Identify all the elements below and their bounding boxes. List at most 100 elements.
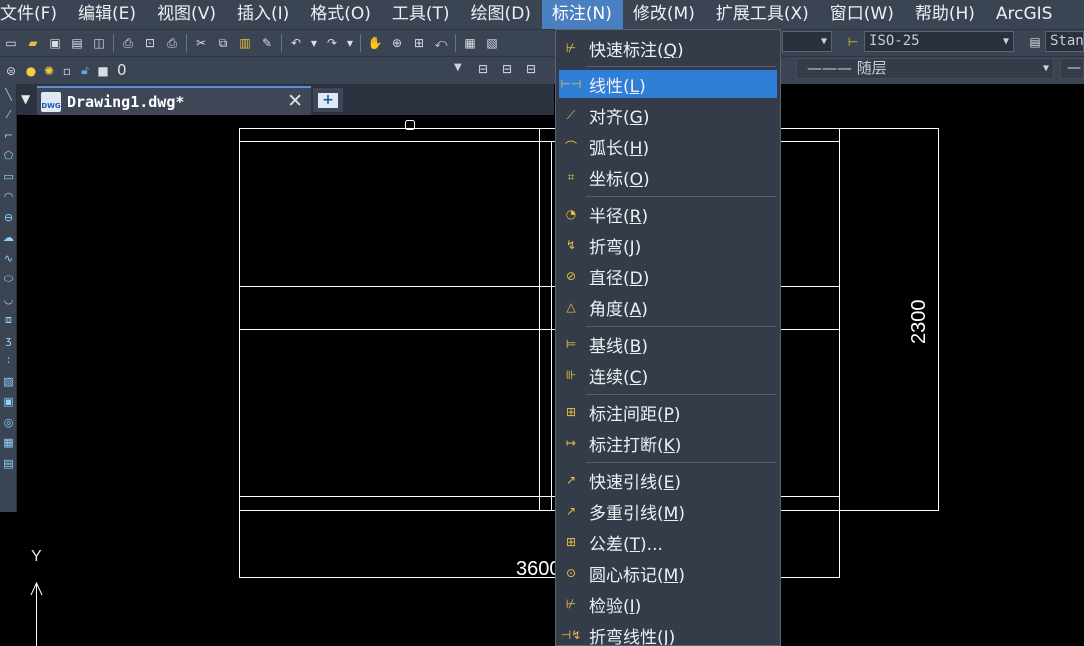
layer-freeze-sun-icon[interactable]: ✺: [41, 63, 57, 79]
menu-item-linear[interactable]: ⊢⊣ 线性(L): [559, 70, 777, 98]
arc-length-icon: ⌒: [564, 139, 577, 154]
sheet-set-icon[interactable]: ◫: [91, 35, 107, 51]
menu-dimension[interactable]: 标注(N): [541, 0, 623, 29]
dim-style-select[interactable]: ISO-25 ▼: [864, 31, 1014, 52]
ellipse-tool-icon[interactable]: ⬭: [0, 269, 17, 290]
menu-item-quick-leader[interactable]: ↗ 快速引线(E): [556, 466, 780, 494]
menu-item-angular[interactable]: △ 角度(A): [556, 293, 780, 321]
menu-item-baseline[interactable]: ⊨ 基线(B): [556, 330, 780, 358]
revision-cloud-icon[interactable]: ☁: [0, 228, 17, 249]
circle-tool-icon[interactable]: ⊖: [0, 207, 17, 228]
undo-icon[interactable]: ↶: [288, 35, 304, 51]
menu-item-jogged[interactable]: ↯ 折弯(J): [556, 231, 780, 259]
continue-icon: ⊪: [565, 368, 577, 382]
lineweight-select[interactable]: —: [1060, 58, 1084, 79]
layer-lock-icon[interactable]: 🔓︎: [77, 63, 93, 79]
text-style-select[interactable]: Stan: [1045, 31, 1084, 52]
region-tool-icon[interactable]: ◎: [0, 412, 17, 433]
layer-on-bulb-icon[interactable]: ●: [23, 63, 39, 79]
redo-dropdown-icon[interactable]: ▼: [346, 35, 354, 51]
layer-previous-icon[interactable]: ⊟: [475, 61, 491, 77]
open-folder-icon[interactable]: ▰: [25, 35, 41, 51]
menu-insert[interactable]: 插入(I): [227, 0, 300, 29]
point-tool-icon[interactable]: ∶: [0, 351, 17, 372]
menu-item-center-mark[interactable]: ⊙ 圆心标记(M): [556, 559, 780, 587]
gradient-tool-icon[interactable]: ▣: [0, 392, 17, 413]
make-block-icon[interactable]: ʒ: [0, 330, 17, 351]
layer-isolate-icon[interactable]: ⊟: [523, 61, 539, 77]
new-file-icon[interactable]: ▭: [3, 35, 19, 51]
paste-icon[interactable]: ▥: [237, 35, 253, 51]
menu-item-multileader[interactable]: ↗ 多重引线(M): [556, 497, 780, 525]
dim-style-combo-left[interactable]: ▼: [782, 31, 832, 52]
menu-draw[interactable]: 绘图(D): [461, 0, 542, 29]
zoom-previous-icon[interactable]: ⤺: [433, 35, 449, 51]
print-icon[interactable]: ⎙: [120, 35, 136, 51]
menu-item-aligned[interactable]: ⟋ 对齐(G): [556, 101, 780, 129]
menu-file[interactable]: 文件(F): [0, 0, 68, 29]
line-tool-icon[interactable]: ╲: [0, 84, 17, 105]
linetype-select[interactable]: ——— 随层 ▼: [796, 58, 1054, 79]
cut-icon[interactable]: ✂: [193, 35, 209, 51]
layer-color-swatch-icon[interactable]: ■: [95, 63, 111, 79]
layer-manager-icon[interactable]: ⊜: [3, 63, 19, 79]
layer-state-icon[interactable]: ⊟: [499, 61, 515, 77]
menu-item-continue[interactable]: ⊪ 连续(C): [556, 361, 780, 389]
insert-block-icon[interactable]: ⧈: [0, 310, 17, 331]
menu-arcgis[interactable]: ArcGIS: [986, 0, 1064, 29]
zoom-realtime-icon[interactable]: ⊕: [389, 35, 405, 51]
close-icon[interactable]: ✕: [287, 90, 303, 112]
menu-item-label: 线性(L): [589, 76, 646, 97]
menu-item-radius[interactable]: ◔ 半径(R): [556, 200, 780, 228]
menu-tools[interactable]: 工具(T): [382, 0, 461, 29]
menu-window[interactable]: 窗口(W): [820, 0, 905, 29]
design-center-icon[interactable]: ▧: [484, 35, 500, 51]
menu-item-dim-space[interactable]: ⊞ 标注间距(P): [556, 398, 780, 426]
copy-icon[interactable]: ⧉: [215, 35, 231, 51]
tab-list-chevron-icon[interactable]: ▼: [21, 92, 30, 106]
arc-tool-icon[interactable]: ◠: [0, 187, 17, 208]
menu-extend-tools[interactable]: 扩展工具(X): [706, 0, 820, 29]
zoom-window-icon[interactable]: ⊞: [411, 35, 427, 51]
hatch-tool-icon[interactable]: ▨: [0, 371, 17, 392]
undo-dropdown-icon[interactable]: ▼: [310, 35, 318, 51]
ellipse-arc-icon[interactable]: ◡: [0, 289, 17, 310]
save-as-icon[interactable]: ▤: [69, 35, 85, 51]
menu-modify[interactable]: 修改(M): [623, 0, 706, 29]
dim-break-icon: ↦: [565, 436, 577, 450]
menu-item-tolerance[interactable]: ⊞ 公差(T)...: [556, 528, 780, 556]
document-tab-bar: ▼ DWG Drawing1.dwg* ✕ +: [17, 84, 554, 115]
menu-item-arc-length[interactable]: ⌒ 弧长(H): [556, 132, 780, 160]
menu-item-ordinate[interactable]: ⌗ 坐标(O): [556, 163, 780, 191]
plot-icon[interactable]: ⎙: [164, 35, 180, 51]
redo-icon[interactable]: ↷: [324, 35, 340, 51]
multiline-text-icon[interactable]: ▤: [0, 453, 17, 474]
polygon-tool-icon[interactable]: ⬠: [0, 146, 17, 167]
spline-tool-icon[interactable]: ∿: [0, 248, 17, 269]
properties-icon[interactable]: ▦: [462, 35, 478, 51]
menu-format[interactable]: 格式(O): [300, 0, 382, 29]
new-tab-button[interactable]: +: [313, 88, 343, 112]
menu-help[interactable]: 帮助(H): [905, 0, 986, 29]
match-properties-icon[interactable]: ✎: [259, 35, 275, 51]
menu-edit[interactable]: 编辑(E): [68, 0, 147, 29]
diameter-icon: ⊘: [565, 269, 577, 283]
print-preview-icon[interactable]: ⊡: [142, 35, 158, 51]
pan-icon[interactable]: ✋: [367, 35, 383, 51]
construction-line-icon[interactable]: ⁄: [0, 105, 17, 126]
layer-dropdown-chevron-icon[interactable]: ▼: [454, 62, 462, 73]
polyline-tool-icon[interactable]: ⌐: [0, 125, 17, 146]
table-tool-icon[interactable]: ▦: [0, 433, 17, 454]
menu-item-dim-break[interactable]: ↦ 标注打断(K): [556, 429, 780, 457]
menu-item-inspection[interactable]: ⊬ 检验(I): [556, 590, 780, 618]
menu-view[interactable]: 视图(V): [147, 0, 227, 29]
dimension-text-horizontal: 3600: [516, 558, 561, 580]
menu-item-label: 标注打断(K): [589, 435, 682, 456]
rectangle-tool-icon[interactable]: ▭: [0, 166, 17, 187]
layer-viewport-icon[interactable]: ▫: [59, 63, 75, 79]
tab-drawing1[interactable]: DWG Drawing1.dwg* ✕: [37, 86, 311, 115]
save-icon[interactable]: ▣: [47, 35, 63, 51]
menu-item-diameter[interactable]: ⊘ 直径(D): [556, 262, 780, 290]
menu-item-quick-dimension[interactable]: ⊬ 快速标注(Q): [556, 34, 780, 62]
menu-item-jogged-linear[interactable]: ⊣↯ 折弯线性(J): [556, 621, 780, 646]
